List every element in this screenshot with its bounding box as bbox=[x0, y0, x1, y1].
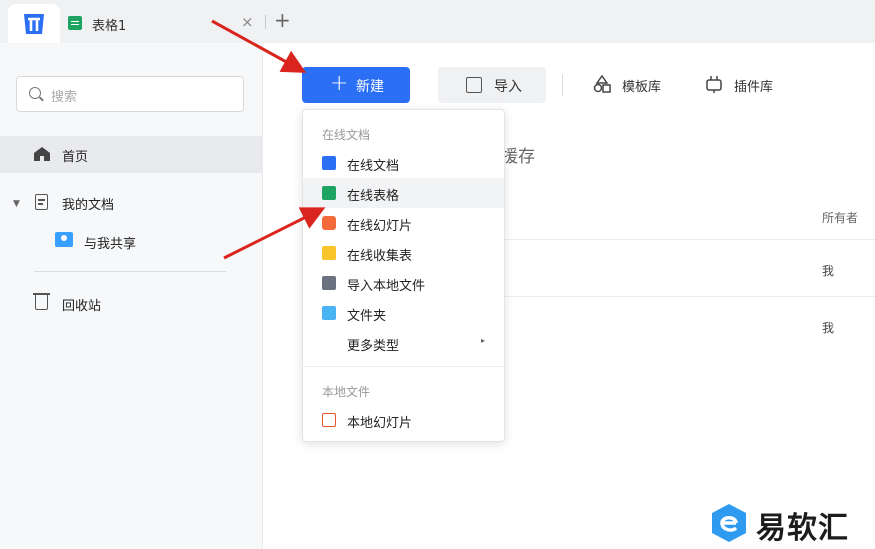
tab-bar: 表格1 × + bbox=[0, 0, 875, 43]
app-logo-icon bbox=[24, 14, 44, 34]
menu-item-label: 在线文档 bbox=[347, 159, 400, 174]
owner-column-header: 所有者 bbox=[822, 211, 859, 225]
import-button[interactable]: 导入 bbox=[438, 67, 546, 103]
sidebar-divider bbox=[34, 271, 226, 272]
doc-icon bbox=[322, 156, 336, 170]
toolbar-divider bbox=[562, 74, 563, 96]
menu-item-local-slides[interactable]: 本地幻灯片 bbox=[303, 405, 504, 435]
ppt-icon bbox=[322, 413, 336, 427]
form-icon bbox=[322, 246, 336, 260]
upload-icon bbox=[322, 276, 336, 290]
menu-item-online-doc[interactable]: 在线文档 bbox=[303, 148, 504, 178]
sidebar-item-label: 首页 bbox=[62, 150, 89, 165]
home-icon bbox=[34, 147, 50, 161]
sidebar: 搜索 首页 ▼ 我的文档 与我共享 回收站 bbox=[0, 43, 263, 549]
menu-item-label: 在线幻灯片 bbox=[347, 219, 413, 234]
sidebar-item-shared[interactable]: 与我共享 bbox=[84, 233, 136, 252]
templates-button[interactable]: 模板库 bbox=[622, 76, 661, 95]
menu-item-online-form[interactable]: 在线收集表 bbox=[303, 238, 504, 268]
home-tab[interactable] bbox=[8, 4, 60, 43]
tab-divider bbox=[265, 15, 266, 29]
watermark-text: 易软汇 bbox=[756, 511, 849, 546]
owner-cell: 我 bbox=[822, 321, 835, 335]
plugin-icon bbox=[706, 76, 722, 93]
owner-cell: 我 bbox=[822, 264, 835, 278]
section-heading: 援存 bbox=[501, 147, 535, 167]
add-tab-icon[interactable]: + bbox=[274, 8, 291, 32]
close-icon[interactable]: × bbox=[241, 13, 254, 31]
sheet-icon bbox=[68, 16, 82, 30]
menu-item-online-sheet[interactable]: 在线表格 bbox=[303, 178, 504, 208]
row-divider bbox=[505, 239, 875, 240]
menu-item-label: 在线表格 bbox=[347, 189, 400, 204]
trash-icon bbox=[33, 293, 50, 310]
sheet-icon bbox=[322, 186, 336, 200]
menu-item-online-slides[interactable]: 在线幻灯片 bbox=[303, 208, 504, 238]
menu-item-import-local[interactable]: 导入本地文件 bbox=[303, 268, 504, 298]
search-icon bbox=[29, 87, 41, 99]
menu-item-label: 文件夹 bbox=[347, 309, 387, 324]
import-icon bbox=[466, 77, 482, 93]
menu-section-header: 在线文档 bbox=[322, 128, 371, 142]
submenu-arrow-icon: ▸ bbox=[481, 336, 486, 345]
import-button-label: 导入 bbox=[494, 79, 522, 95]
row-divider bbox=[505, 296, 875, 297]
new-dropdown-menu: 在线文档 在线文档 在线表格 在线幻灯片 在线收集表 导入本地文件 文件夹 更多… bbox=[302, 109, 505, 442]
slides-icon bbox=[322, 216, 336, 230]
template-icon bbox=[593, 75, 611, 93]
search-placeholder: 搜索 bbox=[51, 90, 78, 105]
menu-item-label: 本地幻灯片 bbox=[347, 416, 413, 431]
menu-section-header: 本地文件 bbox=[322, 385, 371, 399]
menu-item-more-types[interactable]: 更多类型 ▸ bbox=[303, 328, 504, 358]
sidebar-item-recycle-bin[interactable]: 回收站 bbox=[62, 295, 101, 314]
menu-divider bbox=[303, 366, 504, 367]
tab-sheet-1[interactable]: 表格1 × bbox=[60, 4, 264, 43]
menu-item-label: 更多类型 bbox=[347, 339, 400, 354]
plus-icon: + bbox=[330, 71, 349, 96]
folder-icon bbox=[322, 306, 336, 320]
new-button-label: 新建 bbox=[356, 79, 384, 95]
plugins-button[interactable]: 插件库 bbox=[734, 76, 773, 95]
menu-item-label: 导入本地文件 bbox=[347, 279, 426, 294]
sidebar-item-home[interactable]: 首页 bbox=[0, 136, 262, 173]
sidebar-item-my-docs[interactable]: 我的文档 bbox=[62, 194, 114, 213]
menu-item-folder[interactable]: 文件夹 bbox=[303, 298, 504, 328]
search-input[interactable]: 搜索 bbox=[16, 76, 244, 112]
collapse-caret-icon[interactable]: ▼ bbox=[13, 199, 20, 209]
tab-title: 表格1 bbox=[92, 19, 127, 34]
new-button[interactable]: + 新建 bbox=[302, 67, 410, 103]
watermark-logo-icon bbox=[712, 504, 746, 542]
shared-folder-icon bbox=[55, 232, 73, 247]
my-docs-icon bbox=[35, 194, 48, 210]
menu-item-label: 在线收集表 bbox=[347, 249, 413, 264]
